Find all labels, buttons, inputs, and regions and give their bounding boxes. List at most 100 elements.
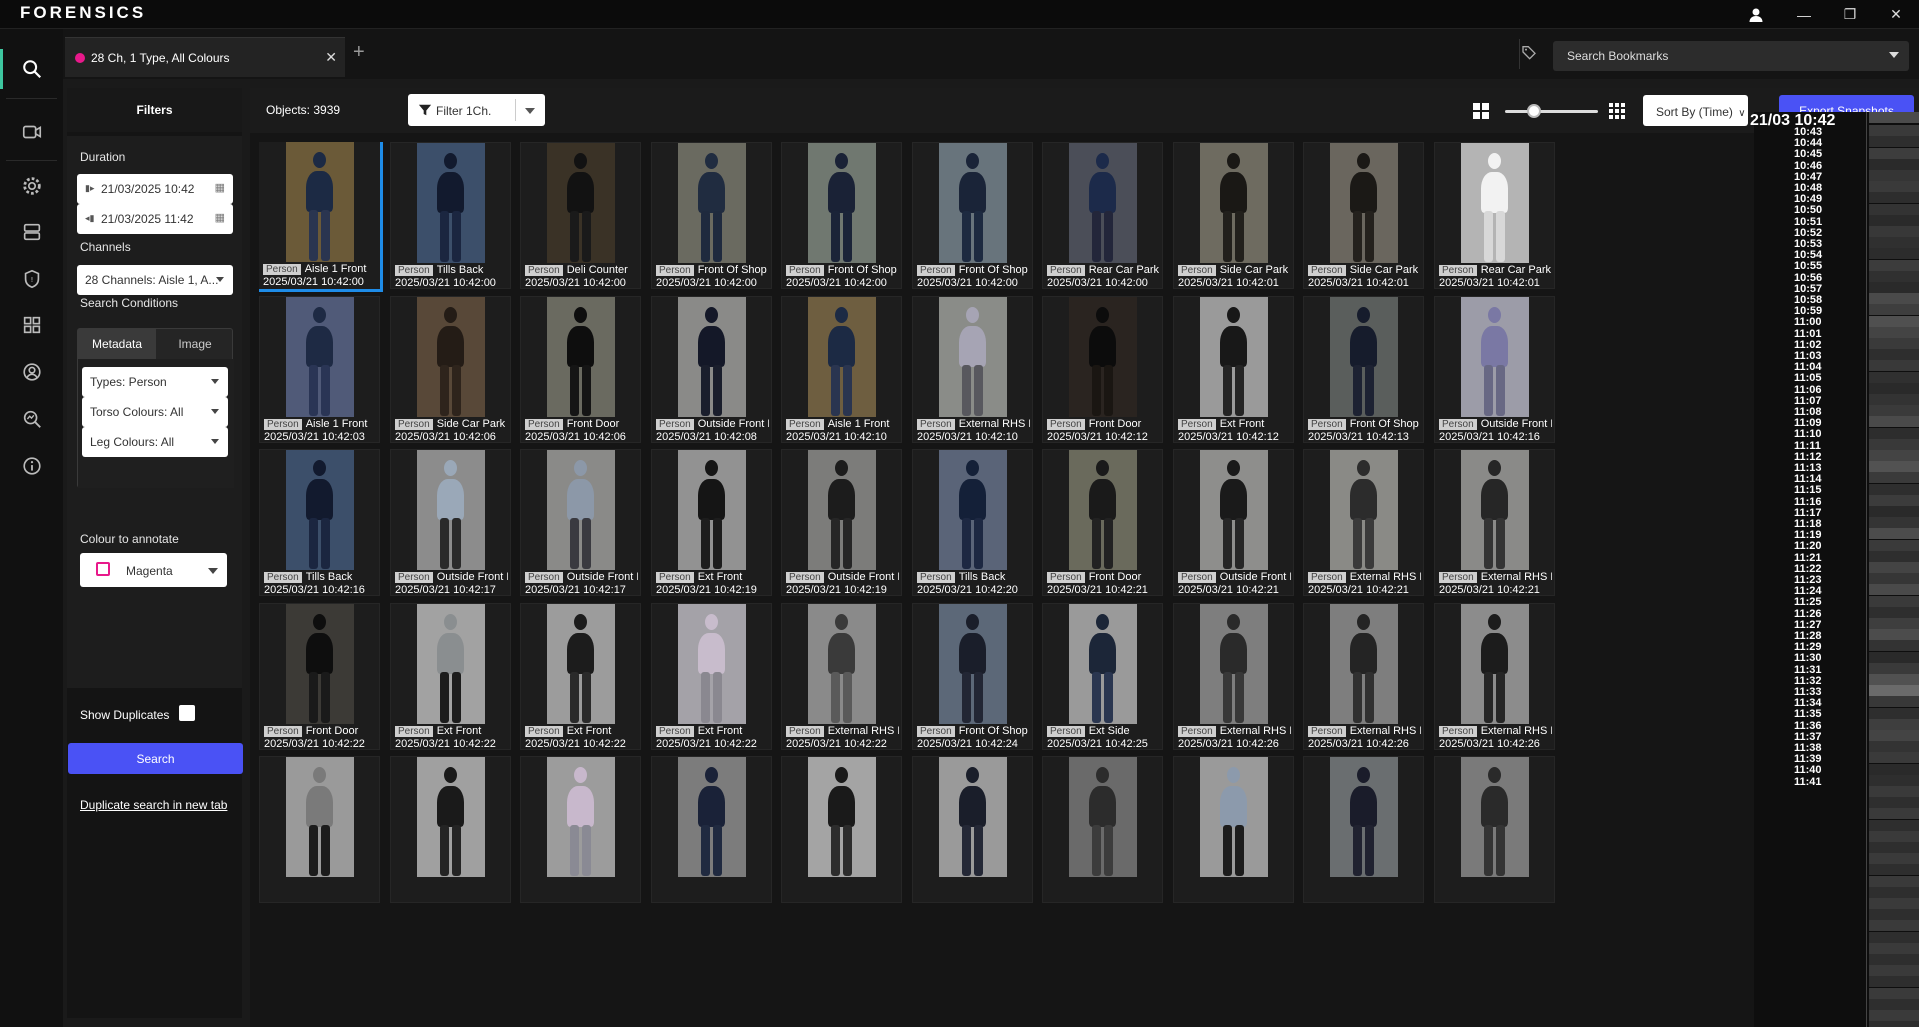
timeline-density-bar[interactable] [1869,965,1919,976]
timeline-density-bar[interactable] [1869,405,1919,416]
snapshot-card[interactable]: PersonExternal RHS Fr...2025/03/21 10:42… [1173,603,1294,750]
timeline-density-bar[interactable] [1869,887,1919,898]
snapshot-card[interactable]: Person Ext Front 2025/03/21 10:42:22 [390,603,511,750]
snapshot-card[interactable]: Person Ext Front 2025/03/21 10:42:22 [651,603,772,750]
timeline-density-bar[interactable] [1869,1010,1919,1021]
timeline-density-bar[interactable] [1869,372,1919,383]
timeline-density-bar[interactable] [1869,898,1919,909]
snapshot-card[interactable]: PersonExternal RHS Fr...2025/03/21 10:42… [1303,449,1424,596]
timeline-density-bar[interactable] [1869,685,1919,696]
snapshot-card[interactable]: Person Tills Back 2025/03/21 10:42:20 [912,449,1033,596]
snapshot-card[interactable]: Person Aisle 1 Front 2025/03/21 10:42:10 [781,296,902,443]
snapshot-card[interactable]: Person Front Door 2025/03/21 10:42:21 [1042,449,1163,596]
snapshot-card[interactable] [1434,756,1555,903]
timeline-density-bar[interactable] [1869,159,1919,170]
timeline-density-bar[interactable] [1869,730,1919,741]
tab-metadata[interactable]: Metadata [78,329,156,359]
timeline-density-bar[interactable] [1869,999,1919,1010]
analytics-search-icon[interactable] [15,402,49,436]
snapshot-card[interactable]: Person Ext Front 2025/03/21 10:42:12 [1173,296,1294,443]
timeline-density-bar[interactable] [1869,360,1919,371]
shield-icon[interactable]: ! [15,262,49,296]
snapshot-card[interactable] [651,756,772,903]
timeline-density-bar[interactable] [1869,170,1919,181]
timeline-density-bar[interactable] [1869,282,1919,293]
search-icon[interactable] [15,52,49,86]
calendar-icon[interactable]: ▦ [215,181,225,194]
timeline-bar[interactable]: 21/03 10:42 10:43 10:44 10:45 10:46 10:47 10:… [1750,112,1919,1027]
timeline-density-bar[interactable] [1869,450,1919,461]
timeline-density-bar[interactable] [1869,831,1919,842]
timeline-density-bar[interactable] [1869,629,1919,640]
user-circle-icon[interactable] [15,355,49,389]
snapshot-card[interactable]: Person Front Door 2025/03/21 10:42:12 [1042,296,1163,443]
bookmark-search-dropdown[interactable]: Search Bookmarks [1553,41,1909,71]
timeline-density-bar[interactable] [1869,988,1919,999]
timeline-density-bar[interactable] [1869,506,1919,517]
snapshot-card[interactable]: Person Rear Car Park 2025/03/21 10:42:00 [1042,142,1163,289]
timeline-density-bar[interactable] [1869,338,1919,349]
chevron-down-icon[interactable] [525,108,535,114]
timeline-density-bar[interactable] [1869,540,1919,551]
snapshot-card[interactable]: PersonSide Car Park R...2025/03/21 10:42… [1173,142,1294,289]
timeline-density-bar[interactable] [1869,764,1919,775]
snapshot-card[interactable]: Person Ext Side 2025/03/21 10:42:25 [1042,603,1163,750]
timeline-density-bar[interactable] [1869,741,1919,752]
timeline-density-bar[interactable] [1869,607,1919,618]
server-icon[interactable] [15,215,49,249]
user-icon[interactable] [1733,0,1779,29]
close-icon[interactable]: ✕ [325,49,337,66]
timeline-density-bar[interactable] [1869,876,1919,887]
timeline-density-bar[interactable] [1869,248,1919,259]
snapshot-card[interactable]: Person Aisle 1 Front 2025/03/21 10:42:00 [259,142,383,292]
search-button[interactable]: Search [68,743,243,774]
timeline-density-bar[interactable] [1869,260,1919,271]
snapshot-card[interactable] [1303,756,1424,903]
restore-button[interactable]: ❐ [1827,0,1873,29]
timeline-density-bar[interactable] [1869,136,1919,147]
snapshot-card[interactable]: PersonExternal RHS Fr...2025/03/21 10:42… [1434,603,1555,750]
snapshot-card[interactable]: PersonSide Car Park R...2025/03/21 10:42… [1303,142,1424,289]
timeline-density-bar[interactable] [1869,696,1919,707]
timeline-density-bar[interactable] [1869,237,1919,248]
timeline-density-bar[interactable] [1869,271,1919,282]
timeline-density-bar[interactable] [1869,943,1919,954]
snapshot-card[interactable]: PersonExternal RHS Fr...2025/03/21 10:42… [781,603,902,750]
timeline-density-bar[interactable] [1869,192,1919,203]
timeline-density-bar[interactable] [1869,640,1919,651]
start-datetime-input[interactable]: ▮▸ 21/03/2025 10:42 ▦ [77,174,233,204]
snapshot-card[interactable] [912,756,1033,903]
torso-colour-select[interactable]: Torso Colours: All [82,397,228,427]
timeline-density-bar[interactable] [1869,864,1919,875]
timeline-density-bar[interactable] [1869,652,1919,663]
snapshot-card[interactable]: Person Front Of Shop 2 2025/03/21 10:42:24 [912,603,1033,750]
filter-channel-button[interactable]: Filter 1Ch. [408,94,545,126]
video-camera-icon[interactable] [15,115,49,149]
snapshot-card[interactable]: Person Tills Back 2025/03/21 10:42:16 [259,449,380,596]
end-datetime-input[interactable]: ◂▮ 21/03/2025 11:42 ▦ [77,204,233,234]
timeline-density-bar[interactable] [1869,181,1919,192]
leg-colour-select[interactable]: Leg Colours: All [82,427,228,457]
snapshot-card[interactable]: Person Front Of Shop 2 2025/03/21 10:42:00 [781,142,902,289]
snapshot-card[interactable] [520,756,641,903]
timeline-density-bar[interactable] [1869,808,1919,819]
snapshot-card[interactable]: Person Front Of Shop 2 2025/03/21 10:42:00 [651,142,772,289]
snapshot-card[interactable]: Person Front Door 2025/03/21 10:42:06 [520,296,641,443]
snapshot-card[interactable]: Person Front Of Shop 2 2025/03/21 10:42:00 [912,142,1033,289]
timeline-density-bar[interactable] [1869,472,1919,483]
timeline-density-bar[interactable] [1869,842,1919,853]
snapshot-card[interactable]: PersonSide Car Park R...2025/03/21 10:42… [390,296,511,443]
timeline-density-bar[interactable] [1869,920,1919,931]
snapshot-card[interactable]: Person Deli Counter 2025/03/21 10:42:00 [520,142,641,289]
snapshot-card[interactable]: PersonOutside Front D...2025/03/21 10:42… [1434,296,1555,443]
colour-annotate-select[interactable]: Magenta [80,553,227,587]
timeline-density-bar[interactable] [1869,226,1919,237]
snapshot-card[interactable]: PersonOutside Front D...2025/03/21 10:42… [1173,449,1294,596]
timeline-density-bar[interactable] [1869,932,1919,943]
tab-image[interactable]: Image [156,329,234,359]
timeline-density-bar[interactable] [1869,316,1919,327]
timeline-density-bar[interactable] [1869,573,1919,584]
duplicate-search-link[interactable]: Duplicate search in new tab [80,798,227,812]
dashboard-icon[interactable] [15,308,49,342]
snapshot-card[interactable]: PersonOutside Front D...2025/03/21 10:42… [651,296,772,443]
